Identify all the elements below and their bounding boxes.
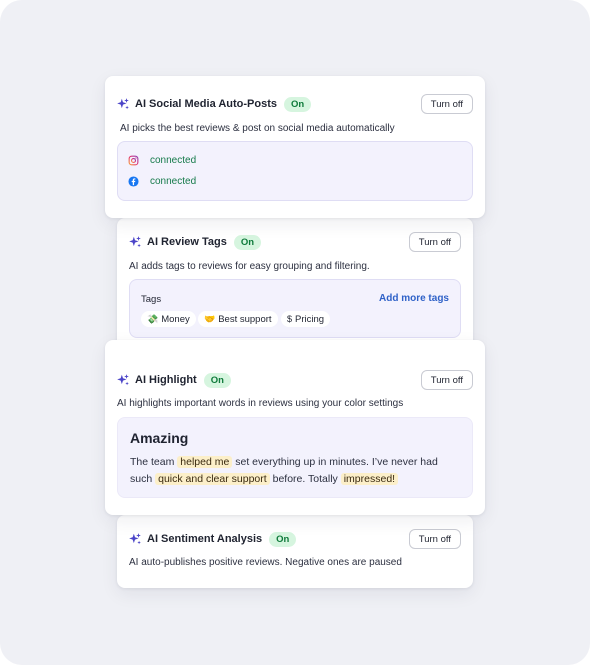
sparkle-icon xyxy=(117,98,129,110)
review-tags-title: AI Review Tags xyxy=(147,236,227,248)
highlighted-phrase: impressed! xyxy=(340,473,399,485)
sentiment-status-badge: On xyxy=(269,531,297,547)
social-autopost-status-badge: On xyxy=(284,96,312,112)
instagram-connection: connected xyxy=(128,155,196,166)
instagram-icon xyxy=(128,155,139,166)
highlight-title: AI Highlight xyxy=(135,374,197,386)
review-title: Amazing xyxy=(130,430,189,446)
highlight-turn-off-button[interactable]: Turn off xyxy=(420,370,473,390)
tag-chip-money[interactable]: 💸 Money xyxy=(141,311,196,327)
sentiment-title: AI Sentiment Analysis xyxy=(147,533,263,545)
canvas-background: AI Sentiment Analysis On Turn off AI aut… xyxy=(0,0,590,665)
sparkle-icon xyxy=(129,533,141,545)
instagram-status: connected xyxy=(150,155,197,166)
highlighted-phrase: helped me xyxy=(177,456,233,468)
connections-panel: connected connected xyxy=(117,141,473,201)
money-icon: 💸 xyxy=(147,313,159,324)
social-autopost-card: AI Social Media Auto-Posts On Turn off A… xyxy=(105,76,485,218)
highlight-status-badge: On xyxy=(203,372,231,388)
handshake-icon: 🤝 xyxy=(204,313,216,324)
review-text-segment: The team xyxy=(130,456,175,468)
tags-label: Tags xyxy=(141,294,162,305)
facebook-connection: connected xyxy=(128,176,196,187)
social-autopost-turn-off-button[interactable]: Turn off xyxy=(420,94,473,114)
tags-panel: Tags Add more tags 💸 Money 🤝 Best suppor… xyxy=(129,279,461,338)
tag-chip-label: Pricing xyxy=(295,313,325,325)
sentiment-description: AI auto-publishes positive reviews. Nega… xyxy=(129,557,402,568)
sparkle-icon xyxy=(129,236,141,248)
review-tags-turn-off-button[interactable]: Turn off xyxy=(408,232,461,252)
highlighted-phrase: quick and clear support xyxy=(155,473,270,485)
highlight-description: AI highlights important words in reviews… xyxy=(117,398,404,409)
tag-chip-pricing[interactable]: $ Pricing xyxy=(281,311,331,327)
review-text-segment: before. Totally xyxy=(272,473,338,485)
sentiment-turn-off-button[interactable]: Turn off xyxy=(408,529,461,549)
review-tags-card: AI Review Tags On Turn off AI adds tags … xyxy=(117,218,473,356)
tag-chip-best-support[interactable]: 🤝 Best support xyxy=(198,311,278,327)
review-text: The team helped me set everything up in … xyxy=(130,454,460,488)
sentiment-card: AI Sentiment Analysis On Turn off AI aut… xyxy=(117,515,473,588)
facebook-status: connected xyxy=(150,176,197,187)
review-preview-panel: Amazing The team helped me set everythin… xyxy=(117,417,473,498)
tag-chip-label: Best support xyxy=(218,313,272,325)
social-autopost-description: AI picks the best reviews & post on soci… xyxy=(120,123,395,134)
social-autopost-title: AI Social Media Auto-Posts xyxy=(135,98,278,110)
review-tags-description: AI adds tags to reviews for easy groupin… xyxy=(129,261,370,272)
tag-chip-label: Money xyxy=(161,313,190,325)
highlight-card: AI Highlight On Turn off AI highlights i… xyxy=(105,340,485,515)
sparkle-icon xyxy=(117,374,129,386)
review-tags-status-badge: On xyxy=(233,234,262,250)
dollar-icon: $ xyxy=(287,314,293,324)
add-more-tags-link[interactable]: Add more tags xyxy=(379,293,449,304)
facebook-icon xyxy=(128,176,139,187)
